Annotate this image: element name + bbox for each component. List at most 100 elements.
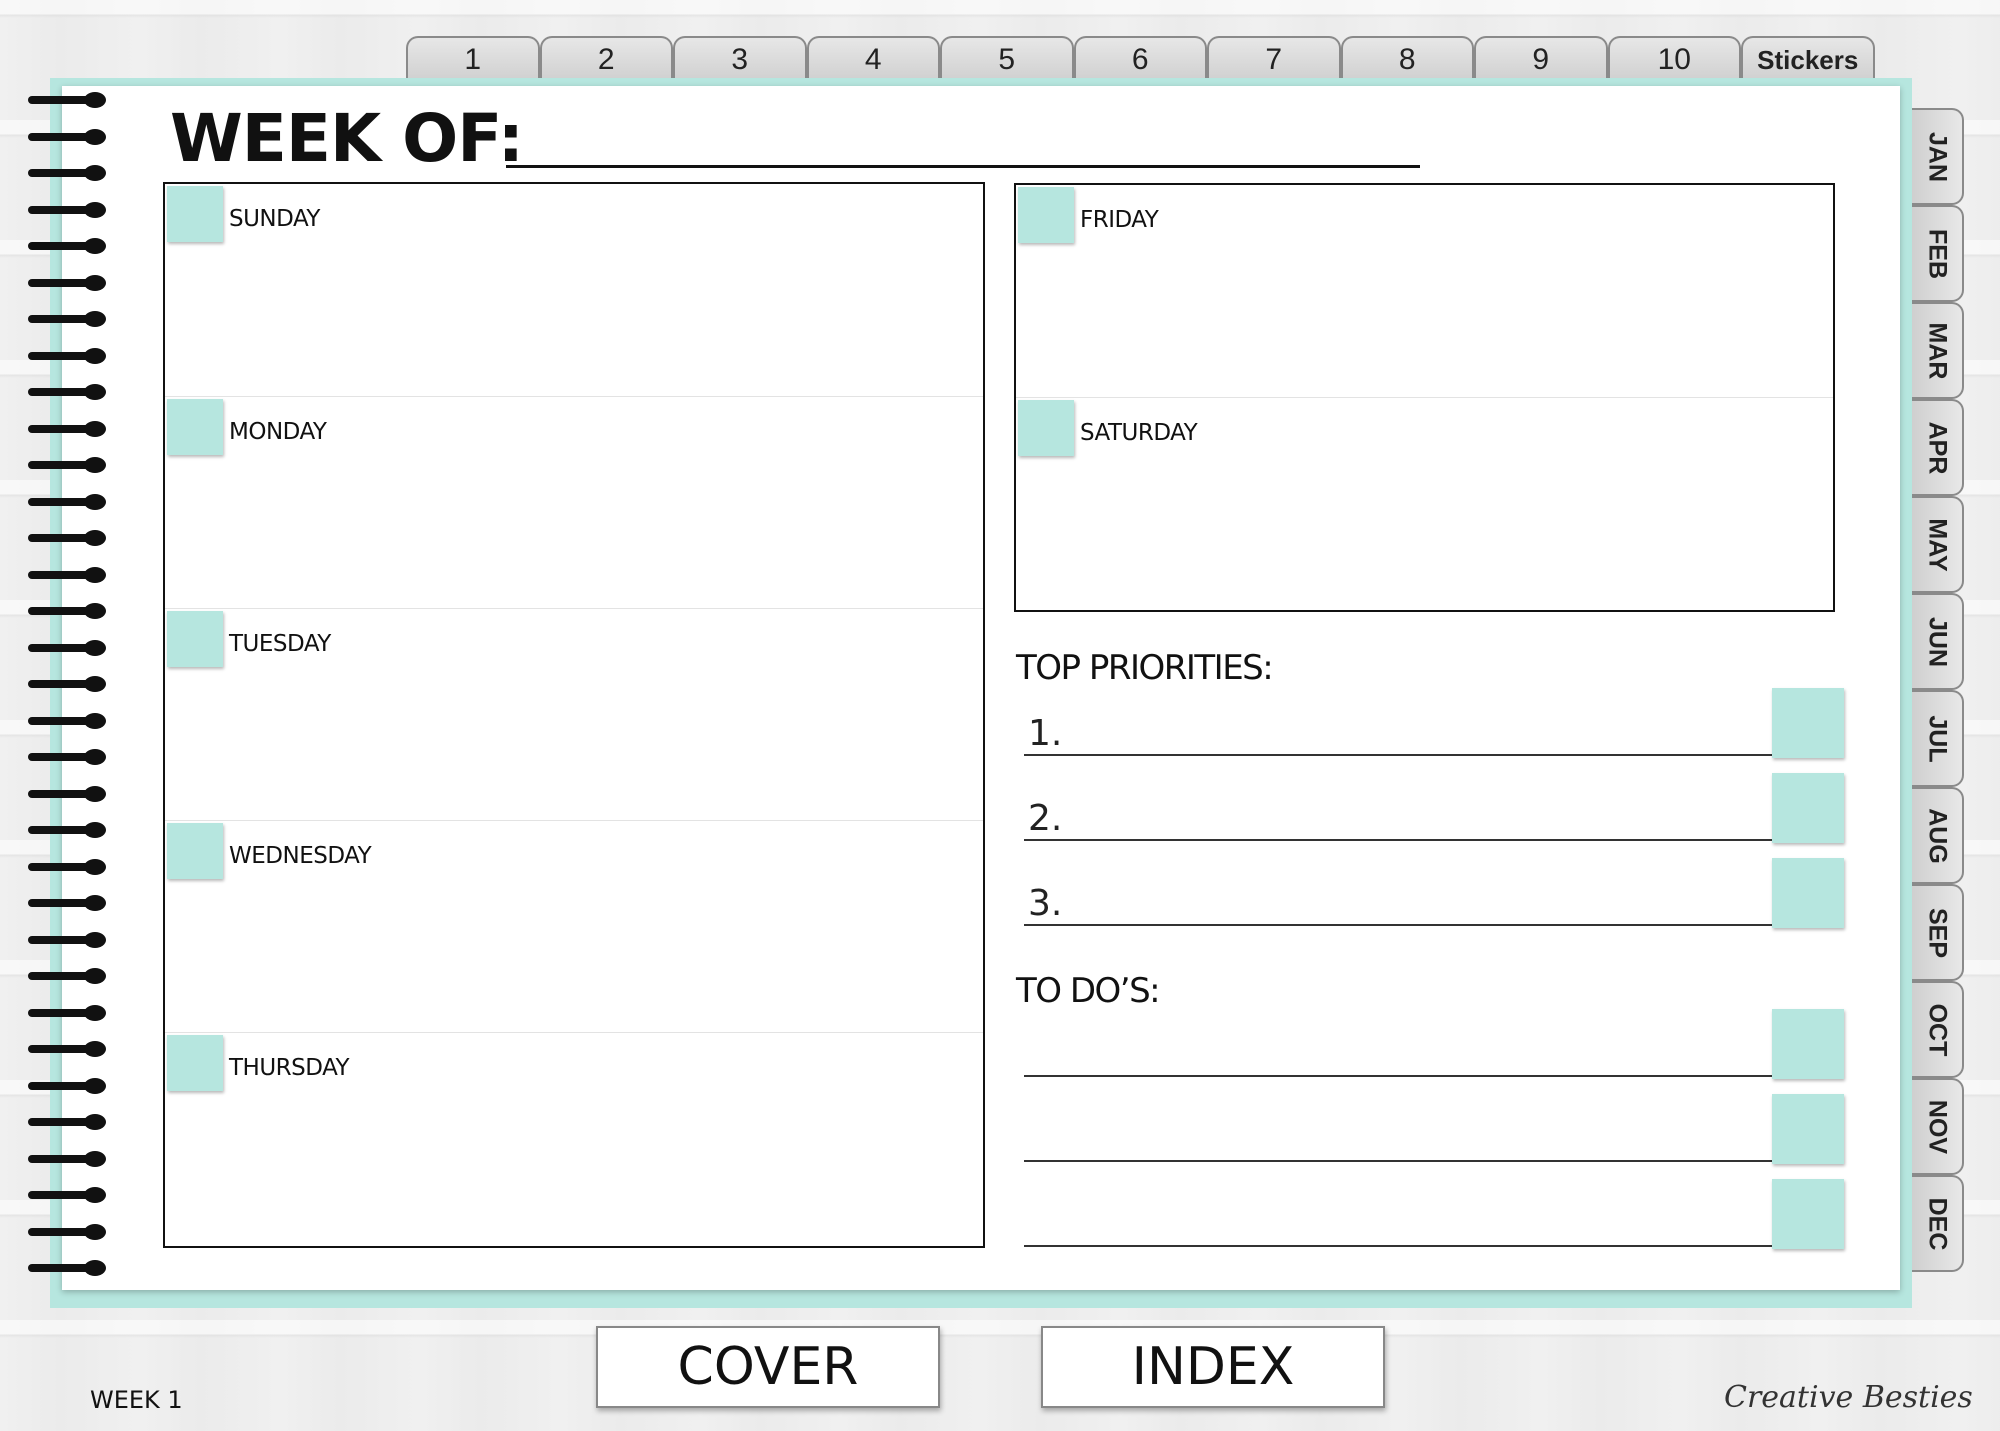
spiral-coil: [28, 201, 106, 218]
tab-8[interactable]: 8: [1340, 36, 1474, 82]
tab-3[interactable]: 3: [673, 36, 807, 82]
day-sunday-label: SUNDAY: [229, 206, 320, 232]
priority-3-number: 3.: [1028, 883, 1063, 924]
priority-3-checkbox[interactable]: [1772, 858, 1844, 928]
tab-mar-label: MAR: [1923, 322, 1952, 379]
priority-row-3: 3.: [1024, 856, 1844, 928]
tab-feb-label: FEB: [1923, 228, 1952, 279]
todo-row-3: [1024, 1177, 1844, 1249]
index-button[interactable]: INDEX: [1041, 1326, 1385, 1408]
priority-1-number: 1.: [1028, 713, 1063, 754]
day-wednesday-checkbox[interactable]: [167, 823, 223, 879]
day-sunday-checkbox[interactable]: [167, 186, 223, 242]
spiral-coil: [28, 384, 106, 400]
day-friday[interactable]: FRIDAY: [1016, 185, 1833, 397]
spiral-coil: [28, 566, 106, 583]
day-wednesday-label: WEDNESDAY: [229, 843, 372, 869]
tab-stickers[interactable]: Stickers: [1741, 36, 1875, 82]
todo-1-field[interactable]: [1084, 1025, 1754, 1075]
priority-3-field[interactable]: [1084, 874, 1754, 924]
tab-6[interactable]: 6: [1073, 36, 1207, 82]
spiral-coil: [28, 128, 106, 145]
todo-3-checkbox[interactable]: [1772, 1179, 1844, 1249]
tab-nov-label: NOV: [1923, 1099, 1952, 1154]
tab-aug[interactable]: AUG: [1912, 787, 1964, 884]
tab-may-label: MAY: [1923, 517, 1952, 572]
tab-mar[interactable]: MAR: [1912, 302, 1964, 399]
tab-oct-label: OCT: [1923, 1003, 1952, 1056]
month-tab-bar: JAN FEB MAR APR MAY JUN JUL AUG SEP OCT …: [1912, 108, 1964, 1272]
cover-button[interactable]: COVER: [596, 1326, 940, 1408]
tab-7[interactable]: 7: [1207, 36, 1341, 82]
todo-2-field[interactable]: [1084, 1110, 1754, 1160]
todos-title: TO DO’S:: [1016, 971, 1161, 1011]
day-monday-checkbox[interactable]: [167, 399, 223, 455]
tab-10[interactable]: 10: [1607, 36, 1741, 82]
tab-jan[interactable]: JAN: [1912, 108, 1964, 205]
day-friday-label: FRIDAY: [1080, 207, 1159, 233]
tab-dec[interactable]: DEC: [1912, 1175, 1964, 1272]
day-friday-checkbox[interactable]: [1018, 187, 1074, 243]
tab-apr-label: APR: [1923, 421, 1952, 474]
spiral-coil: [28, 457, 106, 473]
day-saturday-checkbox[interactable]: [1018, 400, 1074, 456]
spiral-coil: [28, 493, 106, 510]
day-saturday[interactable]: SATURDAY: [1016, 397, 1833, 610]
spiral-coil: [28, 676, 106, 692]
day-wednesday[interactable]: WEDNESDAY: [165, 820, 983, 1032]
priority-1-field[interactable]: [1084, 704, 1754, 754]
spiral-coil: [28, 1041, 106, 1057]
week-of-field[interactable]: [506, 165, 1420, 168]
tab-2[interactable]: 2: [539, 36, 673, 82]
day-thursday[interactable]: THURSDAY: [165, 1032, 983, 1246]
day-tuesday-checkbox[interactable]: [167, 611, 223, 667]
spiral-coil: [28, 530, 106, 546]
spiral-coil: [28, 1114, 106, 1130]
top-priorities-title: TOP PRIORITIES:: [1016, 648, 1274, 688]
day-tuesday[interactable]: TUESDAY: [165, 608, 983, 820]
week-of-label: WEEK OF:: [170, 100, 524, 177]
day-tuesday-label: TUESDAY: [229, 631, 331, 657]
spiral-coil: [28, 1150, 106, 1167]
tab-sep[interactable]: SEP: [1912, 884, 1964, 981]
spiral-coil: [28, 968, 106, 984]
todo-2-checkbox[interactable]: [1772, 1094, 1844, 1164]
day-thursday-checkbox[interactable]: [167, 1035, 223, 1091]
day-sunday[interactable]: SUNDAY: [165, 184, 983, 396]
spiral-coil: [28, 931, 106, 948]
tab-feb[interactable]: FEB: [1912, 205, 1964, 302]
tab-nov[interactable]: NOV: [1912, 1078, 1964, 1175]
todo-1-checkbox[interactable]: [1772, 1009, 1844, 1079]
todo-2-line: [1024, 1160, 1772, 1162]
tab-jul[interactable]: JUL: [1912, 690, 1964, 787]
tab-4[interactable]: 4: [806, 36, 940, 82]
spiral-coil: [28, 639, 106, 656]
tab-jun[interactable]: JUN: [1912, 593, 1964, 690]
spiral-coil: [28, 712, 106, 729]
tab-jul-label: JUL: [1923, 714, 1952, 763]
spiral-coil: [28, 311, 106, 327]
spiral-coil: [28, 274, 106, 291]
priority-2-checkbox[interactable]: [1772, 773, 1844, 843]
spiral-coil: [28, 603, 106, 619]
todo-3-field[interactable]: [1084, 1195, 1754, 1245]
day-monday[interactable]: MONDAY: [165, 396, 983, 608]
tab-5[interactable]: 5: [940, 36, 1074, 82]
spiral-coil: [28, 1260, 106, 1276]
day-monday-label: MONDAY: [229, 419, 327, 445]
tab-apr[interactable]: APR: [1912, 399, 1964, 496]
week-number-label: WEEK 1: [90, 1386, 183, 1414]
spiral-coil: [28, 1004, 106, 1021]
priority-2-line: [1024, 839, 1772, 841]
tab-oct[interactable]: OCT: [1912, 981, 1964, 1078]
tab-1[interactable]: 1: [406, 36, 540, 82]
tab-9[interactable]: 9: [1474, 36, 1608, 82]
spiral-coil: [28, 1077, 106, 1094]
day-saturday-label: SATURDAY: [1080, 420, 1198, 446]
tab-may[interactable]: MAY: [1912, 496, 1964, 593]
tab-jan-label: JAN: [1923, 131, 1952, 182]
spiral-coil: [28, 785, 106, 802]
days-box-right: FRIDAY SATURDAY: [1014, 183, 1835, 612]
priority-2-field[interactable]: [1084, 789, 1754, 839]
priority-1-checkbox[interactable]: [1772, 688, 1844, 758]
